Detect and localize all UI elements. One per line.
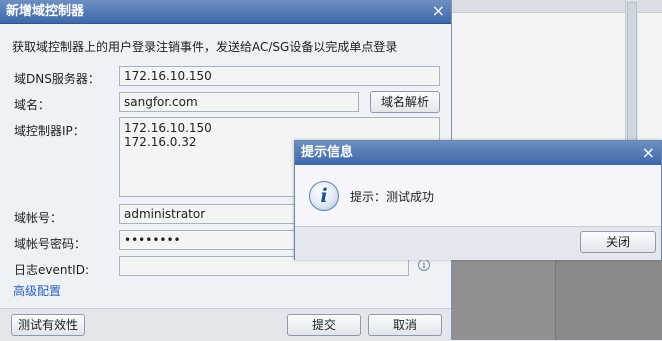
domain-name-label: 域名： <box>14 98 51 112</box>
event-id-label: 日志eventID: <box>14 263 90 277</box>
dialog-description: 获取域控制器上的用户登录注销事件，发送给AC/SG设备以完成单点登录 <box>12 40 398 54</box>
domain-controller-ip-label: 域控制器IP： <box>14 124 85 138</box>
message-title: 提示信息 <box>295 141 661 165</box>
dialog-close-icon[interactable]: × <box>432 1 445 21</box>
domain-account-input[interactable] <box>119 204 299 224</box>
message-close-icon[interactable]: × <box>642 142 655 164</box>
background-cell <box>555 258 662 340</box>
background-overlay <box>450 258 662 340</box>
close-message-button[interactable]: 关闭 <box>580 231 656 253</box>
resolve-domain-button[interactable]: 域名解析 <box>370 91 440 113</box>
message-text: 提示：测试成功 <box>350 190 435 204</box>
test-validity-button[interactable]: 测试有效性 <box>11 314 85 336</box>
submit-button[interactable]: 提交 <box>287 314 361 336</box>
domain-account-label: 域帐号： <box>14 211 63 225</box>
information-icon: i <box>309 181 339 211</box>
dialog-title: 新增域控制器 <box>0 0 451 24</box>
cancel-button[interactable]: 取消 <box>368 314 442 336</box>
dns-server-label: 域DNS服务器： <box>14 72 100 86</box>
domain-password-input[interactable] <box>119 230 299 250</box>
advanced-settings-link[interactable]: 高级配置 <box>13 282 61 299</box>
dns-server-input[interactable] <box>119 66 440 86</box>
domain-password-label: 域帐号密码： <box>14 237 87 251</box>
domain-name-input[interactable] <box>119 92 359 112</box>
message-box: 提示信息 × i 提示：测试成功 关闭 <box>294 140 662 260</box>
info-icon[interactable]: i <box>418 259 430 271</box>
